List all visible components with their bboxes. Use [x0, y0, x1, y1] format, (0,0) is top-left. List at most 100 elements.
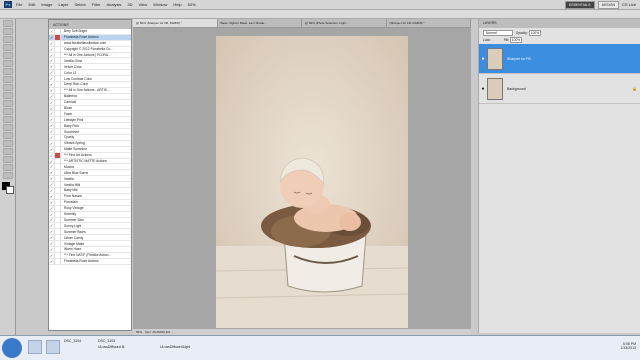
- taskbar: DSC_3104 DSC_3103 ULossDiffused Ilt ULos…: [0, 335, 640, 360]
- layer-row[interactable]: ● Sharpen for FB: [479, 44, 640, 74]
- action-label: Matte Sunshine: [64, 147, 87, 152]
- blend-mode-select[interactable]: Normal: [483, 30, 513, 36]
- action-label: Florabella Rose Actions: [64, 259, 99, 264]
- menu-window[interactable]: Window: [153, 2, 167, 7]
- action-label: Carnival: [64, 100, 77, 105]
- action-label: Summer Blues: [64, 229, 86, 234]
- file-name[interactable]: DSC_3104: [64, 339, 81, 343]
- file-name[interactable]: DSC_3103: [98, 339, 115, 343]
- zoom-level[interactable]: 50%: [188, 2, 196, 7]
- document-canvas-photo[interactable]: [216, 36, 408, 328]
- action-label: Pure Nasion: [64, 194, 83, 199]
- eye-icon[interactable]: ●: [479, 86, 487, 92]
- path-select-tool-icon[interactable]: [3, 148, 13, 155]
- explorer-taskbar-icon[interactable]: [46, 340, 60, 354]
- action-label: Ultra Blue Sorrel: [64, 170, 89, 175]
- blur-tool-icon[interactable]: [3, 116, 13, 123]
- action-item[interactable]: ✓ Florabella Rose Actions: [49, 258, 131, 265]
- toolbox: [0, 19, 16, 339]
- gradient-tool-icon[interactable]: [3, 108, 13, 115]
- opacity-label: Opacity:: [515, 31, 528, 35]
- layer-thumbnail: [487, 47, 503, 70]
- menu-view[interactable]: View: [139, 2, 148, 7]
- shape-tool-icon[interactable]: [3, 156, 13, 163]
- crop-tool-icon[interactable]: [3, 52, 13, 59]
- cs-live-button[interactable]: CS Live: [622, 2, 636, 7]
- actions-tab[interactable]: ACTIONS: [49, 20, 131, 29]
- photoshop-taskbar-icon[interactable]: [28, 340, 42, 354]
- status-zoom: 50%: [136, 330, 143, 334]
- action-label: Florabella Rose Actions: [64, 35, 99, 40]
- action-label: Vanilla Milk: [64, 182, 81, 187]
- zoom-tool-icon[interactable]: [3, 172, 13, 179]
- background-color-swatch[interactable]: [6, 186, 14, 194]
- action-label: Warm Haze: [64, 247, 82, 252]
- workspace-essentials-button[interactable]: ESSENTIALS: [564, 0, 595, 9]
- action-label: Color 15: [64, 70, 77, 75]
- clock-date: 1/13/2013: [620, 346, 636, 350]
- marquee-tool-icon[interactable]: [3, 28, 13, 35]
- history-brush-tool-icon[interactable]: [3, 92, 13, 99]
- quick-select-tool-icon[interactable]: [3, 44, 13, 51]
- photoshop-logo-icon: Ps: [4, 1, 12, 8]
- menu-analysis[interactable]: Analysis: [107, 2, 122, 7]
- menu-layer[interactable]: Layer: [58, 2, 68, 7]
- action-label: *** Fine NATIF (Filmlike Action...: [64, 253, 112, 258]
- start-button-icon[interactable]: [2, 338, 22, 358]
- layers-tab[interactable]: LAYERS: [479, 19, 640, 28]
- action-label: Vanilla Glow: [64, 58, 83, 63]
- doc-tab[interactable]: @ 50% (Sharpen for FB, RGB/8) *: [133, 19, 218, 27]
- action-label: Porcelain: [64, 200, 78, 205]
- action-label: Sunny Light: [64, 223, 82, 228]
- type-tool-icon[interactable]: [3, 140, 13, 147]
- file-name[interactable]: ULossDiffused Ilt: [98, 345, 124, 349]
- doc-tab[interactable]: (Sharpen for FB, RGB/8) *: [387, 19, 471, 27]
- menu-edit[interactable]: Edit: [28, 2, 35, 7]
- layers-panel: LAYERS Normal Opacity: 100% Lock: Fill: …: [479, 19, 640, 333]
- doc-tab[interactable]: Basic, Rgbcm Basic, Lam Shade...: [218, 19, 302, 27]
- opacity-input[interactable]: 100%: [528, 30, 542, 36]
- fill-input[interactable]: 100%: [509, 37, 523, 43]
- action-label: Vintage Matte: [64, 241, 85, 246]
- action-label: Velvet Color: [64, 64, 82, 69]
- brush-tool-icon[interactable]: [3, 76, 13, 83]
- menu-file[interactable]: File: [16, 2, 22, 7]
- fill-label: Fill:: [503, 38, 509, 42]
- menu-3d[interactable]: 3D: [127, 2, 132, 7]
- dodge-tool-icon[interactable]: [3, 124, 13, 131]
- file-name[interactable]: ULossDiffusedLight: [160, 345, 190, 349]
- move-tool-icon[interactable]: [3, 20, 13, 27]
- action-label: Deep Rich Color: [64, 82, 89, 87]
- system-clock[interactable]: 5:06 PM 1/13/2013: [620, 342, 636, 350]
- lasso-tool-icon[interactable]: [3, 36, 13, 43]
- eye-icon[interactable]: ●: [479, 56, 487, 62]
- menu-image[interactable]: Image: [41, 2, 52, 7]
- lock-icon: 🔒: [632, 86, 637, 91]
- action-label: Copyright © 2012 Florabella Co...: [64, 47, 113, 52]
- workspace-design-button[interactable]: DESIGN: [597, 0, 619, 9]
- action-label: Rosy Vintage: [64, 206, 84, 211]
- eyedropper-tool-icon[interactable]: [3, 60, 13, 67]
- clone-stamp-tool-icon[interactable]: [3, 84, 13, 91]
- action-label: Ballerina: [64, 94, 77, 99]
- layers-options: Normal Opacity: 100% Lock: Fill: 100%: [479, 28, 640, 44]
- layer-row[interactable]: ● Background 🔒: [479, 74, 640, 104]
- actions-list: ✓ Bery Soft Bright ✓ Florabella Rose Action…: [49, 29, 131, 324]
- action-label: Low Contrast Color: [64, 76, 93, 81]
- menu-select[interactable]: Select: [75, 2, 86, 7]
- action-label: Urban Candy: [64, 235, 84, 240]
- actions-panel: ACTIONS ✓ Bery Soft Bright ✓ Florabella Ros…: [48, 19, 132, 331]
- lock-label: Lock:: [483, 38, 491, 42]
- action-label: Vibrant Spring: [64, 141, 85, 146]
- menu-filter[interactable]: Filter: [92, 2, 101, 7]
- action-label: Bery Soft Bright: [64, 29, 88, 34]
- doc-tab[interactable]: @ 50% (Photo Selection, Light...: [302, 19, 387, 27]
- action-label: *** All in One Actions | FLORA...: [64, 53, 111, 57]
- menu-help[interactable]: Help: [173, 2, 181, 7]
- pen-tool-icon[interactable]: [3, 132, 13, 139]
- healing-tool-icon[interactable]: [3, 68, 13, 75]
- layer-name: Sharpen for FB: [507, 56, 531, 61]
- menu-bar: Ps File Edit Image Layer Select Filter A…: [0, 0, 640, 10]
- eraser-tool-icon[interactable]: [3, 100, 13, 107]
- hand-tool-icon[interactable]: [3, 164, 13, 171]
